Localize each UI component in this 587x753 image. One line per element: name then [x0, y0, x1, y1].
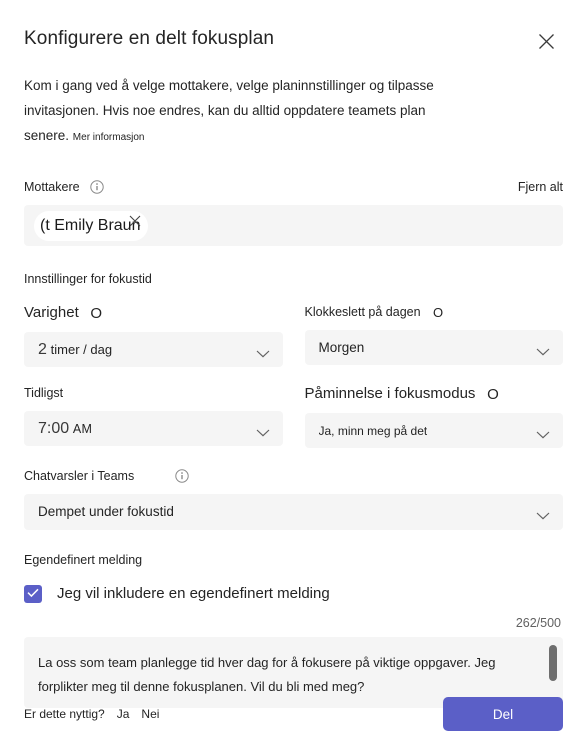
chevron-down-icon	[536, 343, 550, 356]
feedback-question: Er dette nyttig?	[24, 707, 105, 721]
info-icon[interactable]: O	[485, 387, 500, 402]
earliest-value-meridiem: AM	[72, 421, 93, 436]
chevron-down-icon	[536, 508, 550, 520]
focus-reminder-select[interactable]: Ja, minn meg på det	[304, 413, 563, 448]
chat-notifications-label: Chatvarsler i Teams	[24, 469, 135, 483]
time-of-day-label: Klokkeslett på dagen	[304, 305, 421, 319]
focus-reminder-label: Påminnelse i fokusmodus	[304, 385, 476, 402]
include-custom-message-checkbox[interactable]	[24, 585, 42, 603]
info-icon[interactable]: O	[431, 305, 446, 320]
scrollbar-thumb[interactable]	[549, 645, 557, 681]
time-of-day-field: Klokkeslett på dagen O Morgen	[304, 303, 564, 367]
earliest-value: 7:00 AM	[38, 420, 92, 438]
feedback-no-button[interactable]: Nei	[141, 707, 159, 721]
character-counter: 262/500	[515, 616, 561, 630]
chevron-down-icon	[256, 345, 270, 358]
chat-notifications-select[interactable]: Dempet under fokustid	[24, 494, 563, 530]
recipients-label: Mottakere	[24, 180, 80, 194]
earliest-value-time: 7:00	[38, 419, 70, 437]
recipients-label-row: Mottakere Fjern alt	[24, 178, 563, 196]
duration-label-group: Varighet O	[24, 303, 283, 323]
feedback-yes-button[interactable]: Ja	[117, 707, 130, 721]
duration-value-unit: timer / dag	[50, 341, 113, 357]
duration-label: Varighet	[24, 304, 79, 321]
earliest-label-group: Tidligst	[24, 384, 283, 402]
dialog-footer: Er dette nyttig? Ja Nei Del	[24, 697, 563, 731]
earliest-label: Tidligst	[24, 386, 64, 400]
chevron-down-icon	[256, 424, 270, 437]
more-info-link[interactable]: Mer informasjon	[73, 126, 145, 150]
clear-all-button[interactable]: Fjern alt	[518, 180, 563, 194]
focus-reminder-field: Påminnelse i fokusmodus O Ja, minn meg p…	[304, 384, 564, 448]
duration-value: 2 timer / dag	[38, 341, 112, 359]
chat-notifications-label-group: Chatvarsler i Teams	[24, 467, 563, 485]
recipients-label-group: Mottakere	[24, 178, 105, 196]
recipients-input[interactable]: (t Emily Braun	[24, 205, 563, 246]
remove-recipient-icon[interactable]	[128, 214, 142, 228]
page-title: Konfigurere en delt fokusplan	[24, 28, 275, 49]
custom-message-caption: Egendefinert melding	[24, 553, 143, 567]
custom-message-section: Egendefinert melding Jeg vil inkludere e…	[24, 553, 563, 708]
chat-notifications-field: Chatvarsler i Teams Dempet under fokusti…	[24, 467, 563, 530]
earliest-field: Tidligst 7:00 AM	[24, 384, 283, 448]
time-of-day-value: Morgen	[318, 339, 365, 355]
info-icon[interactable]	[90, 180, 105, 195]
checkmark-icon	[27, 585, 39, 603]
duration-select[interactable]: 2 timer / dag	[24, 332, 283, 367]
chat-notifications-value: Dempet under fokustid	[38, 504, 174, 519]
share-button[interactable]: Del	[443, 697, 563, 731]
close-dialog-button[interactable]	[529, 24, 563, 58]
info-icon[interactable]	[174, 469, 189, 484]
focus-reminder-value: Ja, minn meg på det	[318, 423, 428, 438]
custom-message-text: La oss som team planlegge tid hver dag f…	[38, 655, 496, 694]
close-icon	[538, 33, 555, 50]
dialog-description: Kom i gang ved å velge mottakere, velge …	[24, 73, 464, 150]
earliest-select[interactable]: 7:00 AM	[24, 411, 283, 446]
include-custom-message-label: Jeg vil inkludere en egendefinert meldin…	[57, 585, 330, 602]
recipient-chip-label: (t Emily Braun	[40, 216, 141, 234]
duration-field: Varighet O 2 timer / dag	[24, 303, 283, 367]
duration-value-number: 2	[38, 340, 47, 358]
shared-focus-plan-dialog: Konfigurere en delt fokusplan Kom i gang…	[0, 0, 587, 753]
include-custom-message-row[interactable]: Jeg vil inkludere en egendefinert meldin…	[24, 584, 563, 604]
chevron-down-icon	[536, 426, 550, 439]
dialog-header: Konfigurere en delt fokusplan	[24, 0, 563, 52]
focus-settings-grid: Varighet O 2 timer / dag Klokkeslett på …	[24, 303, 563, 448]
info-icon[interactable]: O	[89, 306, 104, 321]
feedback-group: Er dette nyttig? Ja Nei	[24, 707, 159, 721]
time-of-day-select[interactable]: Morgen	[304, 330, 563, 365]
time-of-day-label-group: Klokkeslett på dagen O	[305, 303, 564, 321]
focus-reminder-label-group: Påminnelse i fokusmodus O	[305, 384, 564, 404]
focus-settings-caption: Innstillinger for fokustid	[24, 272, 152, 286]
recipient-chip[interactable]: (t Emily Braun	[34, 210, 149, 241]
recipients-section: Mottakere Fjern alt (t Emily Braun	[24, 178, 563, 246]
